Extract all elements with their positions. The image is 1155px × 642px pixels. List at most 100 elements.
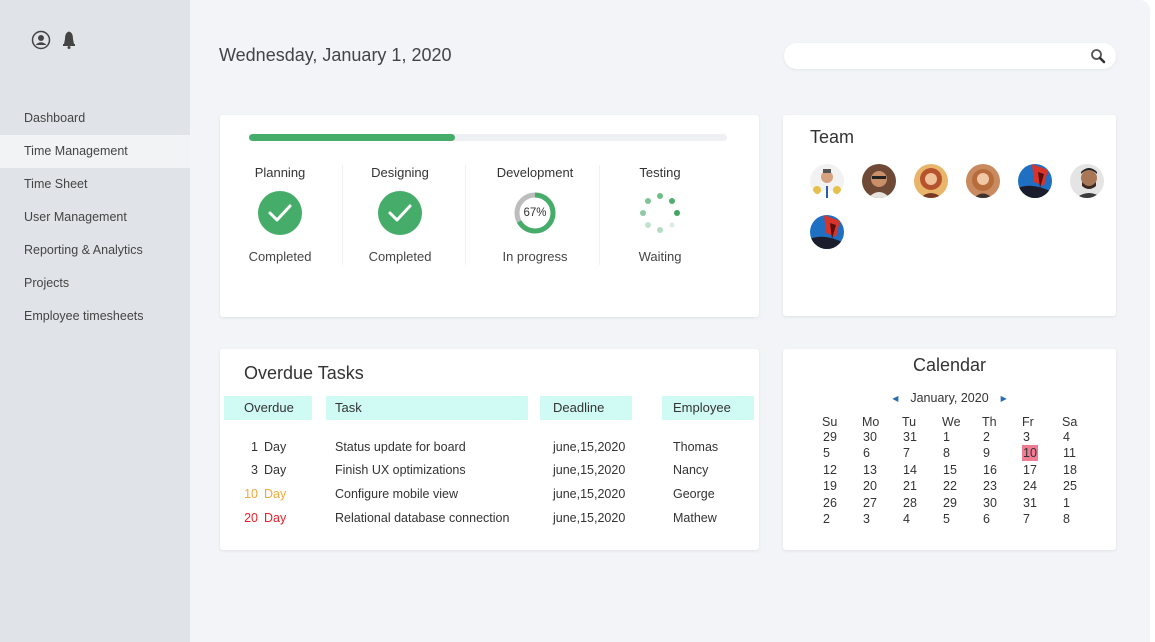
calendar-day[interactable]: 7 [902,445,942,462]
sidebar-item-reporting-analytics[interactable]: Reporting & Analytics [0,234,190,267]
calendar-day[interactable]: 4 [1062,429,1102,446]
calendar-month-nav: ◀ January, 2020 ▶ [783,391,1116,405]
progress-percent-label: 67% [523,207,547,219]
calendar-day[interactable]: 28 [902,495,942,512]
prev-month-icon[interactable]: ◀ [892,394,898,403]
overdue-days: 10 [244,487,258,501]
calendar-week: 19 20 21 22 23 24 25 [822,478,1102,495]
calendar-day[interactable]: 29 [822,429,862,446]
calendar-day-number: 25 [1063,479,1077,493]
bell-icon[interactable] [61,30,77,50]
calendar-day-selected[interactable]: 10 [1022,445,1062,462]
sidebar-item-employee-timesheets[interactable]: Employee timesheets [0,300,190,333]
next-month-icon[interactable]: ▶ [1001,394,1007,403]
calendar-day[interactable]: 20 [862,478,902,495]
search-input[interactable] [784,43,1074,69]
calendar-day[interactable]: 18 [1062,462,1102,479]
column-header-task[interactable]: Task [326,396,528,420]
calendar-day[interactable]: 27 [862,495,902,512]
calendar-day[interactable]: 17 [1022,462,1062,479]
calendar-day[interactable]: 5 [942,511,982,528]
calendar-day[interactable]: 4 [902,511,942,528]
calendar-week: 26 27 28 29 30 31 1 [822,495,1102,512]
calendar-day[interactable]: 16 [982,462,1022,479]
calendar-day-number: 30 [983,495,997,510]
page-title-date: Wednesday, January 1, 2020 [219,45,452,65]
calendar-day[interactable]: 7 [1022,511,1062,528]
stage-title: Planning [254,165,306,180]
calendar-day[interactable]: 22 [942,478,982,495]
avatar[interactable] [914,164,948,198]
calendar-day-number: 14 [903,462,917,477]
sidebar-item-dashboard[interactable]: Dashboard [0,102,190,135]
calendar-day[interactable]: 2 [822,511,862,528]
sidebar-item-time-management[interactable]: Time Management [0,135,190,168]
stage-title: Designing [371,165,429,180]
overdue-days: 1 [251,440,258,454]
calendar-day-number: 27 [863,495,877,510]
task-employee: George [673,487,715,501]
calendar-day-number: 28 [903,495,917,510]
avatar[interactable] [1018,164,1052,198]
calendar-day-number: 22 [943,479,957,493]
avatar[interactable] [862,164,896,198]
calendar-day[interactable]: 1 [1062,495,1102,512]
calendar-day-number: 5 [943,512,950,526]
calendar-day[interactable]: 25 [1062,478,1102,495]
stage-status: Completed [248,249,312,264]
calendar-day[interactable]: 26 [822,495,862,512]
calendar-day[interactable]: 6 [982,511,1022,528]
calendar-day[interactable]: 14 [902,462,942,479]
stage-status: Waiting [638,249,682,264]
sidebar-item-projects[interactable]: Projects [0,267,190,300]
calendar-day[interactable]: 31 [902,429,942,446]
calendar-day[interactable]: 8 [942,445,982,462]
search-icon[interactable] [1090,48,1106,69]
calendar-day[interactable]: 31 [1022,495,1062,512]
calendar-day[interactable]: 9 [982,445,1022,462]
calendar-day[interactable]: 23 [982,478,1022,495]
calendar-grid: Su Mo Tu We Th Fr Sa 29 30 31 1 2 3 4 5 6 7 8 9 10 11 12 13 14 1… [822,412,1102,528]
calendar-day[interactable]: 11 [1062,445,1102,462]
calendar-day[interactable]: 19 [822,478,862,495]
calendar-day[interactable]: 24 [1022,478,1062,495]
calendar-day[interactable]: 21 [902,478,942,495]
check-circle-icon [378,190,422,240]
task-employee: Thomas [673,440,719,454]
avatar[interactable] [1070,164,1104,198]
calendar-day[interactable]: 6 [862,445,902,462]
task-employee: Nancy [673,463,709,477]
column-header-deadline[interactable]: Deadline [540,396,632,420]
overall-progress-bar [249,134,727,141]
sidebar-nav: Dashboard Time Management Time Sheet Use… [0,102,190,333]
app-window: Dashboard Time Management Time Sheet Use… [0,0,1150,642]
calendar-day[interactable]: 5 [822,445,862,462]
column-header-overdue[interactable]: Overdue [224,396,312,420]
sidebar-item-time-sheet[interactable]: Time Sheet [0,168,190,201]
calendar-day[interactable]: 8 [1062,511,1102,528]
user-icon[interactable] [31,30,51,50]
calendar-month-label: January, 2020 [910,391,989,405]
avatar[interactable] [810,164,844,198]
overdue-unit: Day [264,463,287,477]
calendar-day[interactable]: 1 [942,429,982,446]
calendar-week: 29 30 31 1 2 3 4 [822,429,1102,446]
sidebar-item-user-management[interactable]: User Management [0,201,190,234]
calendar-day[interactable]: 3 [862,511,902,528]
calendar-day[interactable]: 13 [862,462,902,479]
calendar-card: Calendar ◀ January, 2020 ▶ Su Mo Tu We Th Fr S… [783,349,1116,550]
calendar-day[interactable]: 29 [942,495,982,512]
column-header-employee[interactable]: Employee [662,396,754,420]
calendar-day[interactable]: 2 [982,429,1022,446]
calendar-day[interactable]: 30 [862,429,902,446]
calendar-day[interactable]: 3 [1022,429,1062,446]
task-deadline: june,15,2020 [553,511,626,525]
avatar[interactable] [966,164,1000,198]
calendar-day[interactable]: 30 [982,495,1022,512]
calendar-day[interactable]: 15 [942,462,982,479]
calendar-day[interactable]: 12 [822,462,862,479]
search-bar [784,43,1116,69]
avatar[interactable] [810,215,844,249]
check-circle-icon [258,190,302,240]
calendar-day-number: 1 [943,429,950,444]
